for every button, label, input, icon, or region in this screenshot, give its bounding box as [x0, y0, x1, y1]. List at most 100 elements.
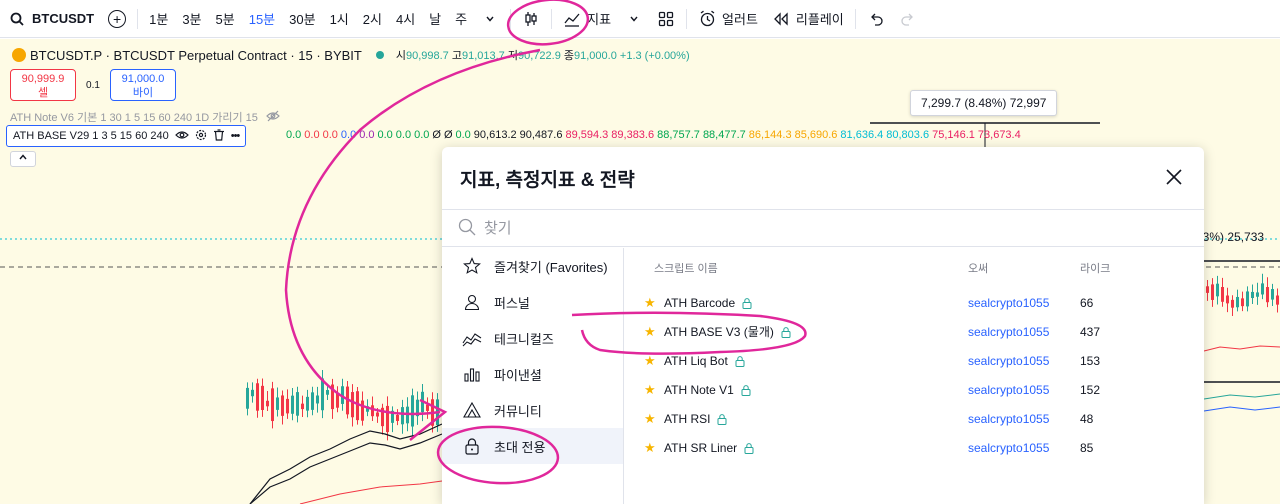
replay-button[interactable]: 리플레이: [765, 0, 851, 38]
interval-dropdown[interactable]: [474, 0, 506, 38]
script-likes: 153: [1080, 353, 1101, 368]
indicator-value: 73,673.4: [977, 129, 1021, 141]
candle: [376, 412, 379, 417]
collapse-legend-button[interactable]: [10, 151, 36, 167]
category-personal[interactable]: 퍼스널: [442, 284, 623, 320]
chart-title[interactable]: BTCUSDT.P · BTCUSDT Perpetual Contract ·…: [30, 48, 362, 63]
script-author[interactable]: sealcrypto1055: [968, 325, 1080, 339]
candle: [1266, 287, 1269, 303]
indicator-value: 89,594.3: [565, 129, 609, 141]
interval-4h[interactable]: 4시: [389, 9, 422, 28]
script-name: ATH RSI: [664, 411, 711, 426]
undo-button[interactable]: [860, 0, 892, 38]
star-filled-icon[interactable]: ★: [644, 440, 658, 456]
indicator-value: 89,383.6: [611, 129, 655, 141]
interval-15m[interactable]: 15분: [242, 9, 282, 28]
close-button[interactable]: [1164, 167, 1184, 187]
script-name: ATH SR Liner: [664, 440, 738, 455]
base-indicator-legend[interactable]: ATH BASE V29 1 3 5 15 60 240 •••: [6, 125, 247, 147]
interval-5m[interactable]: 5분: [209, 9, 242, 28]
interval-week[interactable]: 주: [448, 9, 474, 28]
script-author[interactable]: sealcrypto1055: [968, 296, 1080, 310]
sell-button[interactable]: 90,999.9 셀: [10, 69, 76, 101]
undo-icon: [867, 10, 885, 28]
script-row[interactable]: ★ ATH Liq Bot sealcrypto1055 153: [632, 346, 1204, 375]
redo-button[interactable]: [892, 0, 924, 38]
candle: [1241, 298, 1244, 307]
close-icon: [1166, 169, 1182, 185]
interval-30m[interactable]: 30분: [282, 9, 322, 28]
chart-type-button[interactable]: [515, 0, 547, 38]
star-filled-icon[interactable]: ★: [644, 353, 658, 369]
eye-icon[interactable]: [174, 130, 189, 143]
interval-1h[interactable]: 1시: [323, 9, 356, 28]
script-author[interactable]: sealcrypto1055: [968, 383, 1080, 397]
interval-1m[interactable]: 1분: [142, 9, 175, 28]
candle: [1256, 292, 1259, 297]
compare-button[interactable]: +: [101, 0, 133, 38]
script-row[interactable]: ★ ATH Barcode sealcrypto1055 66: [632, 288, 1204, 317]
redo-icon: [899, 10, 917, 28]
category-technicals[interactable]: 테크니컬즈: [442, 320, 623, 356]
indicator-value: 0.0: [455, 129, 471, 141]
settings-icon[interactable]: [195, 129, 207, 144]
script-name-cell: ★ ATH SR Liner: [632, 440, 968, 456]
user-icon: [462, 292, 482, 312]
star-filled-icon[interactable]: ★: [644, 382, 658, 398]
script-row[interactable]: ★ ATH SR Liner sealcrypto1055 85: [632, 433, 1204, 462]
alert-button[interactable]: 얼러트: [691, 0, 765, 38]
grid-layout-icon: [657, 10, 675, 28]
category-financials[interactable]: 파이낸셜: [442, 356, 623, 392]
symbol-search-button[interactable]: BTCUSDT: [0, 0, 101, 38]
indicator-value: 0.0: [322, 129, 338, 141]
star-filled-icon[interactable]: ★: [644, 295, 658, 311]
script-likes: 48: [1080, 411, 1094, 426]
star-filled-icon[interactable]: ★: [644, 411, 658, 427]
buy-button[interactable]: 91,000.0 바이: [110, 69, 176, 101]
buy-label: 바이: [132, 87, 154, 99]
indicators-chart-icon: [563, 10, 581, 28]
category-label: 퍼스널: [494, 295, 530, 311]
category-favorites[interactable]: 즐겨찾기 (Favorites): [442, 248, 623, 284]
script-author[interactable]: sealcrypto1055: [968, 441, 1080, 455]
lock-icon: [741, 384, 751, 396]
divider: [137, 8, 139, 29]
table-header: 스크립트 이름 오써 라이크: [632, 248, 1204, 288]
layout-button[interactable]: [650, 0, 682, 38]
script-row[interactable]: ★ ATH RSI sealcrypto1055 48: [632, 404, 1204, 433]
search-input[interactable]: [484, 219, 1084, 237]
candle: [436, 399, 439, 426]
interval-3m[interactable]: 3분: [175, 9, 208, 28]
interval-2h[interactable]: 2시: [356, 9, 389, 28]
interval-day[interactable]: 날: [422, 9, 448, 28]
script-likes: 66: [1080, 295, 1094, 310]
candle: [1236, 296, 1239, 308]
exchange-logo-icon: [12, 48, 26, 62]
column-header-likes[interactable]: 라이크: [1080, 260, 1160, 276]
indicator-value: Ø: [432, 129, 441, 141]
eye-off-icon[interactable]: [266, 110, 280, 125]
note-indicator-legend[interactable]: ATH Note V6 기본 1 30 1 5 15 60 240 1D 가리기…: [10, 109, 280, 125]
indicators-button[interactable]: 지표: [556, 0, 618, 38]
script-author[interactable]: sealcrypto1055: [968, 412, 1080, 426]
indicator-value: 0.0: [395, 129, 412, 141]
divider: [854, 8, 856, 29]
candle: [421, 391, 424, 413]
open-label: 시: [395, 50, 406, 62]
indicators-dropdown[interactable]: [618, 0, 650, 38]
script-author[interactable]: sealcrypto1055: [968, 354, 1080, 368]
category-invite-only[interactable]: 초대 전용: [442, 428, 623, 464]
candle: [381, 407, 384, 427]
script-row[interactable]: ★ ATH Note V1 sealcrypto1055 152: [632, 375, 1204, 404]
indicator-value: 90,487.6: [519, 129, 563, 141]
category-community[interactable]: 커뮤니티: [442, 392, 623, 428]
star-filled-icon[interactable]: ★: [644, 324, 658, 340]
candle: [1271, 289, 1274, 300]
more-icon[interactable]: •••: [231, 130, 241, 142]
indicator-value: 80,803.6: [886, 129, 930, 141]
column-header-name[interactable]: 스크립트 이름: [632, 260, 968, 276]
script-row[interactable]: ★ ATH BASE V3 (물개) sealcrypto1055 437: [632, 317, 1204, 346]
indicator-value: 0.0: [340, 129, 357, 141]
column-header-author[interactable]: 오써: [968, 260, 1080, 276]
trash-icon[interactable]: [213, 128, 225, 144]
